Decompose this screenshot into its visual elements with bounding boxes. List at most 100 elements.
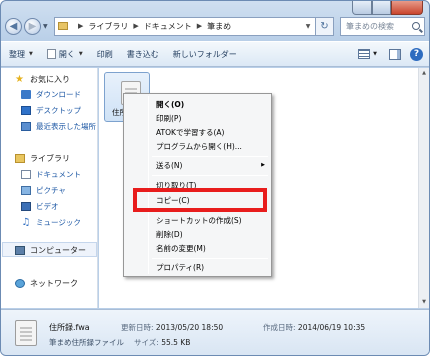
submenu-arrow-icon: ▶	[261, 162, 265, 168]
menu-item-atok-learn[interactable]: ATOKで学習する(A)	[156, 127, 224, 138]
menu-item-rename[interactable]: 名前の変更(M)	[156, 243, 206, 254]
menu-separator	[152, 258, 268, 259]
nav-network[interactable]: ネットワーク	[15, 278, 78, 289]
open-label: 開く	[58, 49, 75, 59]
picture-icon	[21, 186, 31, 195]
size-value: 55.5 KB	[161, 338, 191, 347]
star-icon: ★	[15, 74, 24, 85]
chevron-right-icon[interactable]: ▶	[133, 22, 138, 30]
video-icon	[21, 202, 31, 211]
nav-documents-label: ドキュメント	[36, 170, 81, 179]
details-pane: 住所録.fwa 筆まめ住所録ファイル 更新日時: 2013/05/20 18:5…	[1, 309, 429, 355]
download-icon	[21, 90, 31, 99]
library-icon	[15, 154, 25, 163]
folder-icon	[58, 22, 68, 30]
created-label: 作成日時:	[263, 323, 296, 332]
help-icon[interactable]: ?	[410, 47, 423, 61]
nav-pictures-label: ピクチャ	[36, 186, 66, 195]
nav-desktop[interactable]: デスクトップ	[21, 105, 81, 116]
vertical-scrollbar[interactable]: ▲ ▼	[418, 68, 429, 308]
burn-button[interactable]: 書き込む	[127, 49, 159, 60]
search-input[interactable]: 筆まめの検索	[340, 16, 425, 36]
preview-pane-icon[interactable]	[389, 48, 401, 60]
menu-item-send-to[interactable]: 送る(N)	[156, 160, 182, 171]
details-size: サイズ: 55.5 KB	[134, 337, 190, 348]
computer-icon	[15, 246, 25, 255]
menu-separator	[152, 156, 268, 157]
nav-videos-label: ビデオ	[36, 202, 59, 211]
open-button[interactable]: 開く ▼	[46, 49, 83, 60]
view-icon[interactable]	[358, 49, 371, 59]
new-folder-label: 新しいフォルダー	[172, 49, 237, 59]
desktop-icon	[21, 106, 31, 115]
menu-item-delete[interactable]: 削除(D)	[156, 229, 183, 240]
recent-pages-dropdown[interactable]: ▼	[43, 23, 51, 30]
chevron-down-icon: ▼	[78, 51, 83, 57]
address-bar[interactable]: ▶ ライブラリ ▶ ドキュメント ▶ 筆まめ ▼	[54, 16, 316, 36]
menu-separator	[152, 175, 268, 176]
scroll-down-arrow-icon[interactable]: ▼	[419, 297, 429, 308]
chevron-down-icon[interactable]: ▼	[301, 23, 315, 30]
scroll-up-arrow-icon[interactable]: ▲	[419, 68, 429, 79]
nav-music-label: ミュージック	[36, 218, 81, 227]
nav-music[interactable]: ♫ ミュージック	[21, 217, 81, 228]
nav-computer-label: コンピューター	[30, 246, 86, 255]
menu-gutter	[148, 96, 149, 274]
toolbar-right: ▼ ?	[358, 47, 423, 61]
nav-desktop-label: デスクトップ	[36, 106, 81, 115]
nav-libraries[interactable]: ライブラリ	[15, 153, 70, 164]
chevron-down-icon: ▼	[29, 51, 33, 57]
address-row: ◀ ▶ ▼ ▶ ライブラリ ▶ ドキュメント ▶ 筆まめ ▼ ↻ 筆まめの検索	[5, 15, 425, 37]
nav-favorites[interactable]: ★ お気に入り	[15, 74, 70, 85]
refresh-button[interactable]: ↻	[316, 16, 334, 36]
organize-button[interactable]: 整理 ▼	[9, 49, 33, 60]
nav-recent-places[interactable]: 最近表示した場所	[21, 121, 96, 132]
menu-item-open[interactable]: 開く(O)	[156, 99, 184, 110]
chevron-down-icon[interactable]: ▼	[373, 51, 377, 57]
nav-pictures[interactable]: ピクチャ	[21, 185, 66, 196]
chevron-right-icon[interactable]: ▶	[197, 22, 202, 30]
close-button[interactable]	[391, 1, 423, 15]
breadcrumb-libraries[interactable]: ライブラリ	[88, 21, 128, 32]
search-icon	[412, 22, 420, 30]
new-folder-button[interactable]: 新しいフォルダー	[173, 49, 237, 60]
maximize-button[interactable]	[372, 1, 391, 15]
nav-computer[interactable]: コンピューター	[15, 245, 86, 256]
details-created: 作成日時: 2014/06/19 10:35	[263, 322, 365, 333]
menu-item-properties[interactable]: プロパティ(R)	[156, 262, 204, 273]
nav-downloads[interactable]: ダウンロード	[21, 89, 81, 100]
details-file-name: 住所録.fwa	[49, 323, 90, 332]
menu-item-open-with[interactable]: プログラムから開く(H)...	[156, 141, 242, 152]
print-label: 印刷	[96, 49, 113, 59]
music-icon: ♫	[21, 217, 31, 228]
command-bar: 整理 ▼ 開く ▼ 印刷 書き込む 新しいフォルダー ▼ ?	[1, 41, 429, 67]
nav-videos[interactable]: ビデオ	[21, 201, 59, 212]
nav-documents[interactable]: ドキュメント	[21, 169, 81, 180]
network-icon	[15, 279, 25, 288]
file-icon	[46, 49, 56, 59]
back-button[interactable]: ◀	[5, 17, 22, 35]
explorer-window: ◀ ▶ ▼ ▶ ライブラリ ▶ ドキュメント ▶ 筆まめ ▼ ↻ 筆まめの検索 …	[0, 0, 430, 356]
created-value: 2014/06/19 10:35	[297, 323, 366, 332]
breadcrumb-documents[interactable]: ドキュメント	[144, 21, 192, 32]
modified-label: 更新日時:	[121, 323, 154, 332]
nav-network-label: ネットワーク	[30, 279, 78, 288]
nav-favorites-label: お気に入り	[30, 75, 70, 84]
print-button[interactable]: 印刷	[97, 49, 113, 60]
forward-button[interactable]: ▶	[24, 17, 41, 35]
details-file-type: 筆まめ住所録ファイル	[49, 338, 124, 347]
search-placeholder: 筆まめの検索	[346, 21, 394, 31]
chevron-right-icon[interactable]: ▶	[78, 22, 83, 30]
modified-value: 2013/05/20 18:50	[155, 323, 224, 332]
organize-label: 整理	[9, 49, 25, 59]
details-modified: 更新日時: 2013/05/20 18:50	[121, 322, 223, 333]
copy-highlight-box	[133, 188, 267, 212]
nav-downloads-label: ダウンロード	[36, 90, 81, 99]
menu-item-create-shortcut[interactable]: ショートカットの作成(S)	[156, 215, 242, 226]
nav-recent-label: 最近表示した場所	[36, 122, 96, 131]
menu-item-print[interactable]: 印刷(P)	[156, 113, 181, 124]
nav-libraries-label: ライブラリ	[30, 154, 70, 163]
minimize-button[interactable]	[352, 1, 372, 15]
breadcrumb-fudemame[interactable]: 筆まめ	[207, 21, 231, 32]
size-label: サイズ:	[134, 338, 159, 347]
